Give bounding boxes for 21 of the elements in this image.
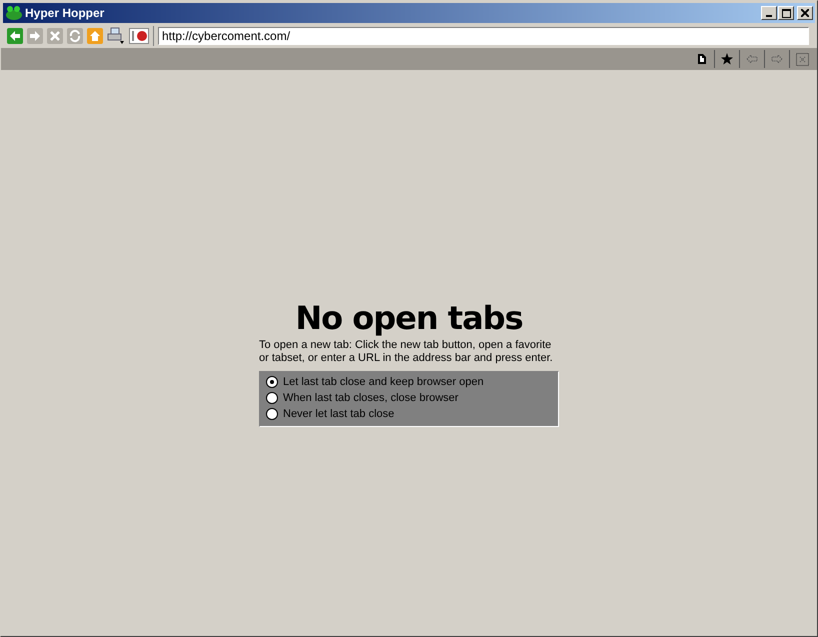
radio-button[interactable] [266, 376, 278, 388]
instructions-text: To open a new tab: Click the new tab button, open a favorite or tabset, or enter a URL in the address bar and press enter. [259, 339, 554, 365]
close-option[interactable]: Let last tab close and keep browser open [266, 376, 558, 388]
close-button[interactable] [797, 6, 813, 20]
frog-icon [5, 5, 23, 21]
address-field[interactable]: http://cybercoment.com/ [158, 27, 809, 45]
minimize-button[interactable] [761, 6, 777, 20]
close-option[interactable]: Never let last tab close [266, 408, 558, 420]
printer-button[interactable] [107, 27, 125, 45]
back-button[interactable] [7, 28, 23, 44]
new-tab-button[interactable] [696, 53, 708, 65]
close-icon [801, 9, 809, 17]
radio-button[interactable] [266, 408, 278, 420]
no-tabs-heading: No open tabs [295, 299, 523, 337]
maximize-icon [782, 8, 790, 18]
star-button[interactable] [721, 53, 733, 65]
radio-button[interactable] [266, 392, 278, 404]
window-title: Hyper Hopper [25, 6, 104, 20]
maximize-button[interactable] [778, 6, 794, 20]
plugin-button[interactable] [129, 28, 149, 44]
close-option[interactable]: When last tab closes, close browser [266, 392, 558, 404]
